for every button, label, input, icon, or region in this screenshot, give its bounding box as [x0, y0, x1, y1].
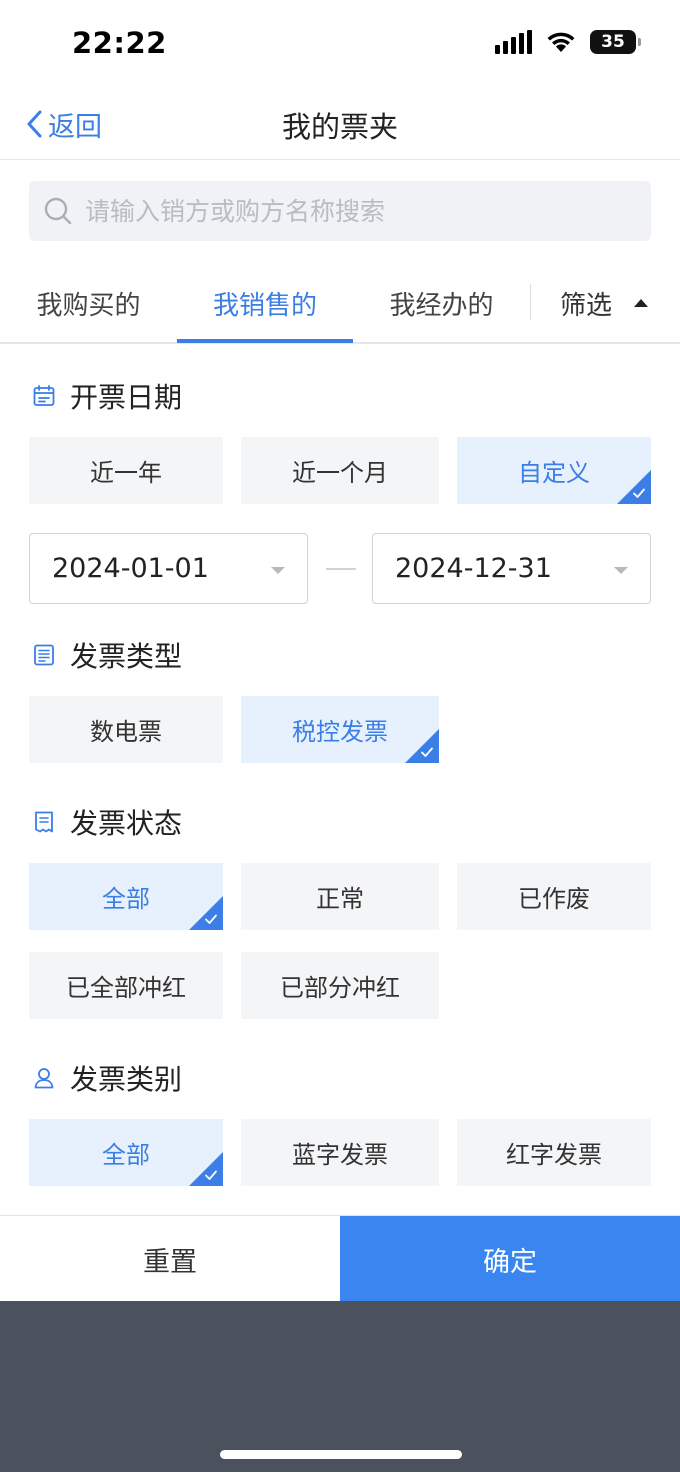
dropdown-arrow-icon — [614, 567, 628, 574]
nav-bar: 返回 我的票夹 — [0, 92, 680, 160]
tab-purchased[interactable]: 我购买的 — [0, 262, 177, 344]
status-icons: 35 — [495, 30, 641, 54]
start-date-value: 2024-01-01 — [52, 553, 209, 584]
date-option-last-year[interactable]: 近一年 — [29, 437, 223, 504]
option-label: 全部 — [102, 1141, 150, 1169]
option-label: 红字发票 — [506, 1141, 602, 1169]
section-invoice-category: 发票类别 — [32, 1058, 182, 1098]
status-option-normal[interactable]: 正常 — [241, 863, 439, 930]
category-option-all[interactable]: 全部 — [29, 1119, 223, 1186]
start-date-picker[interactable]: 2024-01-01 — [29, 533, 308, 604]
action-bar: 重置 确定 — [0, 1215, 680, 1302]
cellular-signal-icon — [495, 30, 532, 54]
section-title-text: 发票状态 — [70, 807, 183, 840]
type-option-digital[interactable]: 数电票 — [29, 696, 223, 763]
option-label: 自定义 — [518, 459, 590, 487]
end-date-picker[interactable]: 2024-12-31 — [372, 533, 651, 604]
option-label: 近一年 — [90, 459, 162, 487]
status-option-fully-reversed[interactable]: 已全部冲红 — [29, 952, 223, 1019]
section-invoice-status: 发票状态 — [32, 802, 182, 842]
category-option-red[interactable]: 红字发票 — [457, 1119, 651, 1186]
filter-button[interactable]: 筛选 — [560, 262, 649, 344]
tab-handled[interactable]: 我经办的 — [353, 262, 530, 344]
invoice-folder-filter-screen: 22:22 35 返回 我的票夹 请输入销方或购方名称搜索 我购买的 我销售的 … — [0, 0, 680, 1472]
tab-sold[interactable]: 我销售的 — [177, 262, 353, 344]
option-label: 全部 — [102, 885, 150, 913]
battery-icon: 35 — [590, 30, 641, 54]
option-label: 蓝字发票 — [292, 1141, 388, 1169]
section-invoice-type: 发票类型 — [32, 635, 182, 675]
date-option-custom[interactable]: 自定义 — [457, 437, 651, 504]
option-label: 近一个月 — [292, 459, 388, 487]
search-bar[interactable] — [29, 181, 651, 241]
option-label: 已全部冲红 — [66, 974, 186, 1002]
status-option-all[interactable]: 全部 — [29, 863, 223, 930]
section-title-text: 发票类型 — [70, 640, 183, 673]
status-option-partially-reversed[interactable]: 已部分冲红 — [241, 952, 439, 1019]
dropdown-arrow-icon — [271, 567, 285, 574]
section-invoice-date: 开票日期 — [32, 376, 182, 416]
date-range-separator — [326, 568, 356, 570]
wifi-icon — [547, 32, 575, 52]
type-option-tax-control[interactable]: 税控发票 — [241, 696, 439, 763]
date-option-last-month[interactable]: 近一个月 — [241, 437, 439, 504]
active-tab-indicator — [177, 339, 353, 343]
status-bar: 22:22 35 — [0, 0, 680, 92]
caret-up-icon — [634, 299, 649, 307]
confirm-button[interactable]: 确定 — [340, 1216, 680, 1302]
list-icon — [34, 644, 54, 666]
tab-bar: 我购买的 我销售的 我经办的 筛选 — [0, 262, 680, 344]
receipt-icon — [35, 811, 53, 833]
section-title-text: 发票类别 — [70, 1063, 183, 1096]
checkmark-icon — [205, 1170, 217, 1180]
option-label: 已作废 — [518, 885, 590, 913]
option-label: 正常 — [316, 885, 364, 913]
category-option-blue[interactable]: 蓝字发票 — [241, 1119, 439, 1186]
user-icon — [34, 1068, 54, 1089]
status-time: 22:22 — [72, 26, 167, 60]
filter-label: 筛选 — [560, 290, 613, 321]
page-title: 我的票夹 — [281, 110, 398, 144]
status-option-voided[interactable]: 已作废 — [457, 863, 651, 930]
search-input[interactable] — [85, 196, 625, 226]
checkmark-icon — [205, 914, 217, 924]
section-title-text: 开票日期 — [70, 381, 183, 414]
search-icon — [44, 197, 72, 225]
battery-level: 35 — [601, 32, 625, 52]
option-label: 已部分冲红 — [280, 974, 400, 1002]
calendar-icon — [33, 385, 55, 406]
home-indicator[interactable] — [220, 1450, 462, 1459]
end-date-value: 2024-12-31 — [395, 553, 552, 584]
checkmark-icon — [421, 747, 433, 757]
dimmed-overlay[interactable] — [0, 1301, 680, 1472]
option-label: 税控发票 — [292, 718, 388, 746]
tab-divider — [530, 284, 531, 320]
reset-button[interactable]: 重置 — [0, 1216, 340, 1302]
option-label: 数电票 — [90, 718, 162, 746]
checkmark-icon — [633, 488, 645, 498]
